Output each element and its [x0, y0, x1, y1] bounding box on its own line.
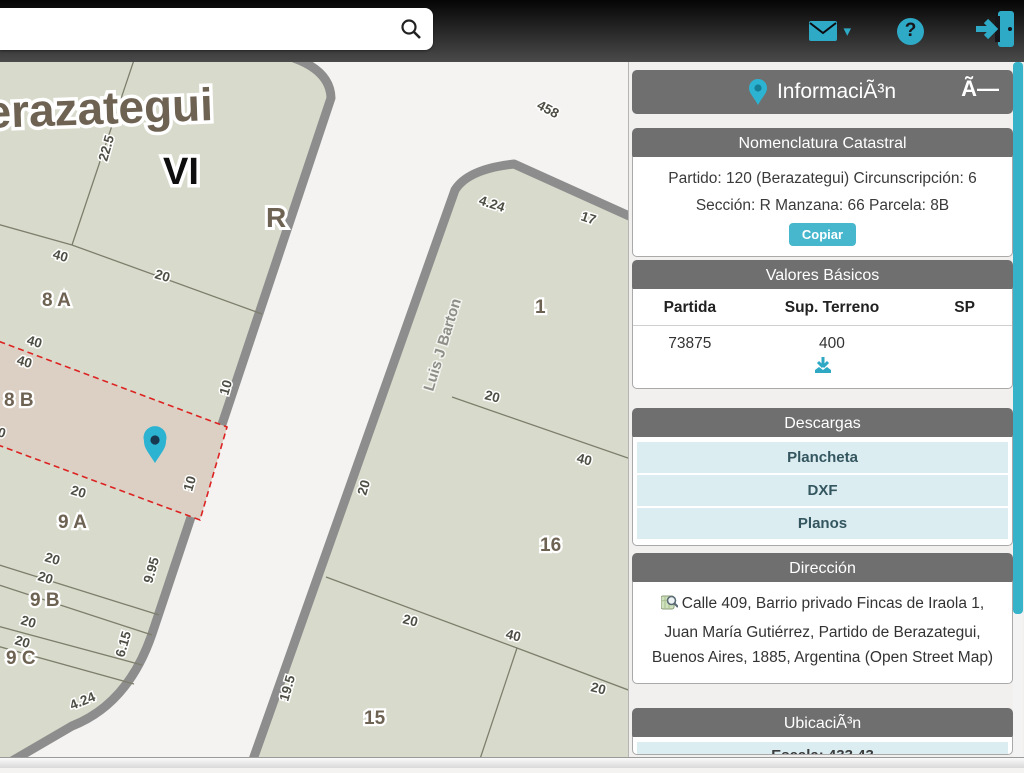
panel-scrollbar-thumb[interactable] — [1013, 62, 1023, 614]
valores-table: Partida Sup. Terreno SP 73875 400 — [633, 289, 1012, 355]
direccion-text: Calle 409, Barrio privado Fincas de Irao… — [652, 595, 993, 666]
valores-body: Partida Sup. Terreno SP 73875 400 — [632, 289, 1013, 389]
help-icon[interactable]: ? — [897, 18, 924, 45]
download-dxf[interactable]: DXF — [637, 475, 1008, 506]
messages-menu[interactable]: ▾ — [809, 21, 851, 41]
map-label-parcel: 8 B — [4, 390, 34, 411]
download-planos[interactable]: Planos — [637, 508, 1008, 539]
col-partida: Partida — [633, 289, 747, 326]
map-label-parcel: 9 C — [6, 648, 36, 669]
map-label-roman: VI — [163, 151, 199, 193]
table-row: 73875 400 — [633, 326, 1012, 356]
info-panel: InformaciÃ³n Ã— Nomenclatura Catastral P… — [628, 62, 1024, 768]
download-plancheta[interactable]: Plancheta — [637, 442, 1008, 473]
section-header-nomenclatura: Nomenclatura Catastral — [632, 128, 1013, 160]
map-label-parcel: 8 A — [42, 290, 71, 311]
exit-door-icon[interactable] — [974, 7, 1018, 56]
cell-sp — [917, 326, 1012, 356]
map-label-parcel: 9 B — [30, 590, 60, 611]
ubicacion-clipped-row: Escala: 433.43 — [637, 742, 1008, 755]
map-label-town: erazategui — [0, 78, 214, 138]
bottom-scrollbar[interactable] — [0, 757, 1024, 768]
section-header-direccion: Dirección — [632, 553, 1013, 585]
envelope-icon — [809, 21, 837, 41]
ubicacion-body: Escala: 433.43 — [632, 737, 1013, 755]
col-sp: SP — [917, 289, 1012, 326]
nomenclatura-line2: Sección: R Manzana: 66 Parcela: 8B — [633, 192, 1012, 219]
section-header-valores: Valores Básicos — [632, 260, 1013, 292]
map-label-parcel: 15 — [364, 708, 386, 729]
map-search-icon — [661, 594, 678, 620]
map-label-parcel: 1 — [535, 297, 546, 318]
close-icon[interactable]: Ã— — [961, 76, 999, 102]
download-icon[interactable] — [813, 357, 833, 380]
panel-header: InformaciÃ³n Ã— — [632, 70, 1013, 114]
section-header-descargas: Descargas — [632, 408, 1013, 440]
map-label-parcel: 9 A — [58, 512, 87, 533]
search-box — [0, 8, 433, 50]
top-navigation-bar: ▾ ? — [0, 0, 1024, 62]
cell-partida: 73875 — [633, 326, 747, 356]
copy-button[interactable]: Copiar — [789, 223, 856, 246]
search-input[interactable] — [12, 12, 396, 46]
search-icon[interactable] — [399, 17, 423, 41]
section-header-ubicacion: UbicaciÃ³n — [632, 708, 1013, 740]
chevron-down-icon: ▾ — [843, 22, 851, 40]
descargas-body: Plancheta DXF Planos — [632, 437, 1013, 546]
nomenclatura-line1: Partido: 120 (Berazategui) Circunscripci… — [633, 157, 1012, 192]
panel-title: InformaciÃ³n — [777, 80, 896, 104]
nomenclatura-body: Partido: 120 (Berazategui) Circunscripci… — [632, 157, 1013, 257]
direccion-body: Calle 409, Barrio privado Fincas de Irao… — [632, 582, 1013, 684]
map-label-section: R — [266, 202, 286, 233]
map-label-dim: 458 — [535, 97, 562, 121]
col-sup-terreno: Sup. Terreno — [747, 289, 918, 326]
pin-icon — [749, 79, 767, 105]
cell-sup-terreno: 400 — [747, 326, 918, 356]
map-label-parcel: 16 — [540, 535, 561, 556]
